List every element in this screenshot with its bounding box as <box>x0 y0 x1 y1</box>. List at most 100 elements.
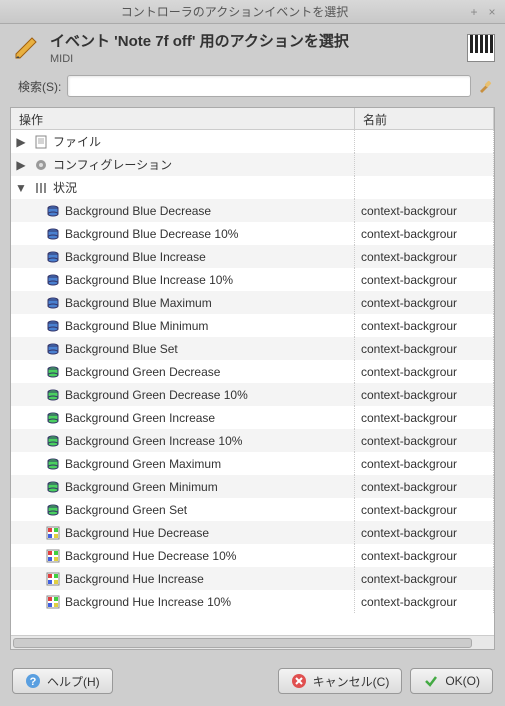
item-name-label: context-backgrour <box>355 572 493 586</box>
expander-icon[interactable]: ▶ <box>15 136 27 148</box>
minimize-icon[interactable]: + <box>467 5 481 19</box>
tree-row[interactable]: Background Green Setcontext-backgrour <box>11 498 494 521</box>
folder-label: コンフィグレーション <box>53 156 172 173</box>
tree-row[interactable]: Background Green Decrease 10% context-bac… <box>11 383 494 406</box>
item-op-label: Background Blue Increase 10% <box>65 273 233 287</box>
tree-row[interactable]: Background Blue Setcontext-backgrour <box>11 337 494 360</box>
tree-row[interactable]: Background Blue Minimumcontext-backgrour <box>11 314 494 337</box>
item-op-label: Background Blue Decrease 10% <box>65 227 238 241</box>
cancel-icon <box>291 673 307 689</box>
item-icon <box>45 387 61 403</box>
item-name-label: context-backgrour <box>355 365 493 379</box>
item-name-label: context-backgrour <box>355 411 493 425</box>
dialog-window: コントローラのアクションイベントを選択 + × イベント 'Note 7f of… <box>0 0 505 706</box>
item-icon <box>45 433 61 449</box>
item-icon <box>45 571 61 587</box>
item-icon <box>45 594 61 610</box>
item-name-label: context-backgrour <box>355 595 493 609</box>
tree-folder-config[interactable]: ▶ コンフィグレーション <box>11 153 494 176</box>
item-name-label: context-backgrour <box>355 250 493 264</box>
item-op-label: Background Blue Decrease <box>65 204 211 218</box>
item-name-label: context-backgrour <box>355 480 493 494</box>
item-op-label: Background Blue Increase <box>65 250 206 264</box>
item-icon <box>45 502 61 518</box>
header-subtitle: MIDI <box>50 53 459 65</box>
item-name-label: context-backgrour <box>355 457 493 471</box>
tree-row[interactable]: Background Hue Increase 10%context-backg… <box>11 590 494 613</box>
button-label: OK(O) <box>445 674 480 688</box>
help-button[interactable]: ? ヘルプ(H) <box>12 668 113 694</box>
tree-row[interactable]: Background Green Maximum context-backgrou… <box>11 452 494 475</box>
tree-row[interactable]: Background Green Minimum context-backgrou… <box>11 475 494 498</box>
button-label: キャンセル(C) <box>313 673 390 690</box>
header-text: イベント 'Note 7f off' 用のアクションを選択 MIDI <box>50 30 459 65</box>
title-bar: コントローラのアクションイベントを選択 + × <box>0 0 505 24</box>
clear-brush-icon[interactable] <box>477 78 493 94</box>
tree-row[interactable]: Background Hue Decreasecontext-backgrour <box>11 521 494 544</box>
tree-row[interactable]: Background Hue Decrease 10% context-backg… <box>11 544 494 567</box>
close-icon[interactable]: × <box>485 5 499 19</box>
item-icon <box>45 226 61 242</box>
item-op-label: Background Blue Set <box>65 342 178 356</box>
item-name-label: context-backgrour <box>355 434 493 448</box>
search-input[interactable] <box>67 75 471 97</box>
svg-text:?: ? <box>30 676 37 688</box>
item-name-label: context-backgrour <box>355 296 493 310</box>
item-op-label: Background Green Maximum <box>65 457 221 471</box>
item-name-label: context-backgrour <box>355 388 493 402</box>
item-op-label: Background Hue Decrease <box>65 526 209 540</box>
item-op-label: Background Green Increase 10% <box>65 434 242 448</box>
tree-row[interactable]: Background Blue Increase 10% context-back… <box>11 268 494 291</box>
item-icon <box>45 548 61 564</box>
folder-label: ファイル <box>53 133 101 150</box>
item-op-label: Background Green Decrease 10% <box>65 388 248 402</box>
item-op-label: Background Hue Increase <box>65 572 204 586</box>
item-name-label: context-backgrour <box>355 503 493 517</box>
expander-icon[interactable]: ▶ <box>15 159 27 171</box>
item-op-label: Background Blue Minimum <box>65 319 208 333</box>
tree-row[interactable]: Background Blue Increase context-backgrou… <box>11 245 494 268</box>
piano-icon <box>467 34 495 62</box>
tree-row[interactable]: Background Blue Decrease context-backgrou… <box>11 199 494 222</box>
tree-row[interactable]: Background Green Increase context-backgro… <box>11 406 494 429</box>
item-op-label: Background Green Increase <box>65 411 215 425</box>
item-icon <box>45 410 61 426</box>
document-icon <box>33 134 49 150</box>
item-op-label: Background Hue Decrease 10% <box>65 549 236 563</box>
tree-row[interactable]: Background Green Increase 10% context-bac… <box>11 429 494 452</box>
item-op-label: Background Blue Maximum <box>65 296 212 310</box>
tree-row[interactable]: Background Hue Increase context-backgrour <box>11 567 494 590</box>
item-name-label: context-backgrour <box>355 273 493 287</box>
item-op-label: Background Green Decrease <box>65 365 220 379</box>
column-header-op[interactable]: 操作 <box>11 108 355 129</box>
tree-row[interactable]: Background Blue Decrease 10% context-back… <box>11 222 494 245</box>
tree-body[interactable]: ▶ ファイル ▶ コンフィグレーション ▼ 状況 <box>11 130 494 635</box>
cancel-button[interactable]: キャンセル(C) <box>278 668 403 694</box>
item-name-label: context-backgrour <box>355 204 493 218</box>
tree-header: 操作 名前 <box>11 108 494 130</box>
item-icon <box>45 203 61 219</box>
item-icon <box>45 456 61 472</box>
item-icon <box>45 525 61 541</box>
item-op-label: Background Green Minimum <box>65 480 218 494</box>
gear-icon <box>33 157 49 173</box>
search-row: 検索(S): <box>0 69 505 107</box>
header-title: イベント 'Note 7f off' 用のアクションを選択 <box>50 30 459 51</box>
item-name-label: context-backgrour <box>355 227 493 241</box>
help-icon: ? <box>25 673 41 689</box>
tree-folder-situation[interactable]: ▼ 状況 <box>11 176 494 199</box>
tree-folder-file[interactable]: ▶ ファイル <box>11 130 494 153</box>
ok-button[interactable]: OK(O) <box>410 668 493 694</box>
tree-row[interactable]: Background Blue Maximum context-backgrour <box>11 291 494 314</box>
button-label: ヘルプ(H) <box>47 673 100 690</box>
horizontal-scrollbar[interactable] <box>11 635 494 649</box>
expander-icon[interactable]: ▼ <box>15 182 27 194</box>
window-title: コントローラのアクションイベントを選択 <box>6 3 463 20</box>
pencil-icon <box>10 32 42 64</box>
item-icon <box>45 479 61 495</box>
ok-icon <box>423 673 439 689</box>
item-name-label: context-backgrour <box>355 549 493 563</box>
column-header-name[interactable]: 名前 <box>355 108 494 129</box>
header: イベント 'Note 7f off' 用のアクションを選択 MIDI <box>0 24 505 69</box>
tree-row[interactable]: Background Green Decrease context-backgro… <box>11 360 494 383</box>
